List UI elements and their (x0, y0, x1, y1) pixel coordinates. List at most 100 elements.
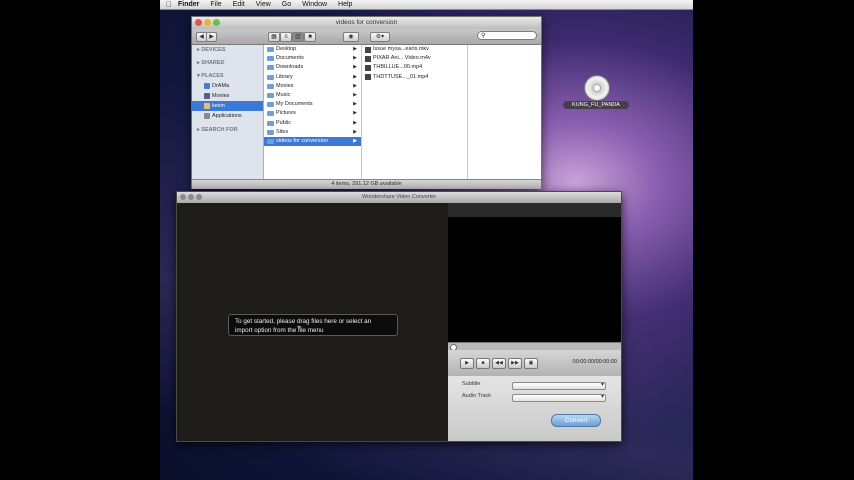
action-gear-icon[interactable]: ⚙▾ (370, 32, 390, 42)
sidebar-item-drama[interactable]: DrAMa (192, 81, 263, 91)
close-button[interactable] (180, 194, 186, 200)
list-item-selected[interactable]: videos for conversion ▶ (264, 136, 361, 147)
subtitle-select[interactable] (512, 381, 606, 390)
audio-track-label: Audio Track (462, 393, 492, 399)
chevron-right-icon: ▶ (353, 137, 357, 144)
list-item[interactable]: My Documents ▶ (264, 100, 361, 109)
forward-button[interactable]: ▶ (206, 32, 217, 42)
list-item[interactable]: Pictures ▶ (264, 109, 361, 118)
window-controls (180, 194, 202, 200)
video-preview (448, 203, 621, 342)
list-view-button[interactable]: ≡ (280, 32, 292, 42)
preview-header (448, 203, 621, 217)
dvd-disk-icon[interactable] (584, 75, 610, 101)
icon-view-button[interactable]: ▦ (268, 32, 280, 42)
converter-title: Wondershare Video Converter (361, 194, 437, 200)
file-drop-area[interactable]: To get started, please drag files here o… (177, 203, 447, 441)
search-input[interactable]: ⚲ (477, 31, 537, 40)
video-file-icon (365, 64, 371, 71)
snapshot-button[interactable]: ▣ (524, 358, 538, 369)
column-view-button[interactable]: ▥ (292, 32, 304, 42)
list-item-label: Documents (276, 55, 304, 62)
list-item[interactable]: PIXAR Ani... Video.m4v (362, 54, 467, 63)
folder-icon (267, 138, 274, 144)
column-videos: Issue mysa...earls.mkv PIXAR Ani... Vide… (362, 45, 468, 179)
menu-edit[interactable]: Edit (233, 1, 245, 8)
menu-finder[interactable]: Finder (178, 1, 199, 8)
window-controls (195, 19, 220, 26)
rewind-button[interactable]: ◀◀ (492, 358, 506, 369)
sidebar-item-movies[interactable]: Movies (192, 91, 263, 101)
list-item[interactable]: Movies ▶ (264, 82, 361, 91)
chevron-right-icon: ▶ (353, 91, 357, 98)
sidebar-item-label: Movies (212, 93, 230, 99)
list-item[interactable]: Documents ▶ (264, 54, 361, 63)
list-item-label: Pictures (276, 110, 296, 117)
playback-controls: ▶ ■ ◀◀ ▶▶ ▣ 00:00:00/00:00:00 (448, 350, 621, 376)
disk-label[interactable]: KUNG_FU_PANDA (563, 101, 629, 109)
list-item[interactable]: Desktop ▶ (264, 45, 361, 54)
list-item[interactable]: Issue mysa...earls.mkv (362, 45, 467, 54)
mouse-cursor-icon: ⌖ (297, 324, 301, 331)
fast-forward-button[interactable]: ▶▶ (508, 358, 522, 369)
list-item-label: Library (276, 73, 293, 80)
home-icon (204, 103, 210, 109)
minimize-button[interactable] (188, 194, 194, 200)
folder-icon (204, 83, 210, 89)
apple-menu-icon[interactable]:  (160, 0, 178, 9)
list-item[interactable]: Music ▶ (264, 91, 361, 100)
get-started-tip: To get started, please drag files here o… (228, 314, 398, 336)
converter-titlebar[interactable]: Wondershare Video Converter (177, 192, 621, 203)
chevron-right-icon: ▶ (353, 46, 357, 52)
folder-icon (267, 56, 274, 62)
menu-view[interactable]: View (256, 1, 271, 8)
chevron-right-icon: ▶ (353, 119, 357, 126)
list-item-label: Desktop (276, 46, 297, 52)
finder-toolbar: ◀ ▶ ▦ ≡ ▥ ■ ◉ ⚙▾ ⚲ (192, 29, 541, 45)
menu-bar:  Finder File Edit View Go Window Help (160, 0, 693, 10)
chevron-right-icon: ▶ (353, 101, 357, 108)
play-button[interactable]: ▶ (460, 358, 474, 369)
chevron-right-icon: ▶ (353, 55, 357, 62)
list-item[interactable]: Downloads ▶ (264, 63, 361, 72)
list-item-label: videos for conversion (276, 137, 328, 144)
list-item[interactable]: THDTTUSE..._01.mp4 (362, 73, 467, 82)
sidebar-search-header[interactable]: ▸ SEARCH FOR (192, 125, 263, 135)
menu-window[interactable]: Window (302, 1, 327, 8)
desktop:  Finder File Edit View Go Window Help v… (160, 0, 693, 480)
list-item-label: Public (276, 119, 291, 126)
finder-titlebar[interactable]: videos for conversion (192, 17, 541, 29)
menu-go[interactable]: Go (282, 1, 291, 8)
folder-icon (267, 102, 274, 108)
stop-button[interactable]: ■ (476, 358, 490, 369)
zoom-button[interactable] (213, 19, 220, 26)
list-item-label: THBILLUE...00.mp4 (373, 64, 423, 71)
column-home: Desktop ▶ Documents ▶ Downloads ▶ Library ▶ … (264, 45, 362, 179)
convert-button[interactable]: Convert (551, 414, 601, 427)
menu-help[interactable]: Help (338, 1, 352, 8)
list-item[interactable]: THBILLUE...00.mp4 (362, 63, 467, 72)
sidebar-places-header[interactable]: ▾ PLACES (192, 71, 263, 81)
sidebar-devices-header[interactable]: ▸ DEVICES (192, 45, 263, 55)
close-button[interactable] (195, 19, 202, 26)
menu-file[interactable]: File (210, 1, 221, 8)
zoom-button[interactable] (196, 194, 202, 200)
folder-icon (267, 47, 274, 53)
sidebar-item-kevin[interactable]: kevin (192, 101, 263, 111)
audio-track-select[interactable] (512, 393, 606, 402)
folder-icon (267, 120, 274, 126)
tip-line-2: import option from the file menu (235, 327, 324, 334)
sidebar-item-applications[interactable]: Applications (192, 111, 263, 121)
list-item[interactable]: Sites ▶ (264, 128, 361, 137)
quicklook-eye-icon[interactable]: ◉ (343, 32, 359, 42)
chevron-right-icon: ▶ (353, 128, 357, 135)
list-item-label: Music (276, 91, 291, 98)
list-item[interactable]: Public ▶ (264, 119, 361, 128)
folder-icon (267, 83, 274, 89)
chevron-right-icon: ▶ (353, 64, 357, 71)
playback-time: 00:00:00/00:00:00 (572, 359, 617, 365)
coverflow-button[interactable]: ■ (304, 32, 316, 42)
sidebar-shared-header[interactable]: ▸ SHARED (192, 58, 263, 68)
minimize-button[interactable] (204, 19, 211, 26)
list-item[interactable]: Library ▶ (264, 73, 361, 82)
